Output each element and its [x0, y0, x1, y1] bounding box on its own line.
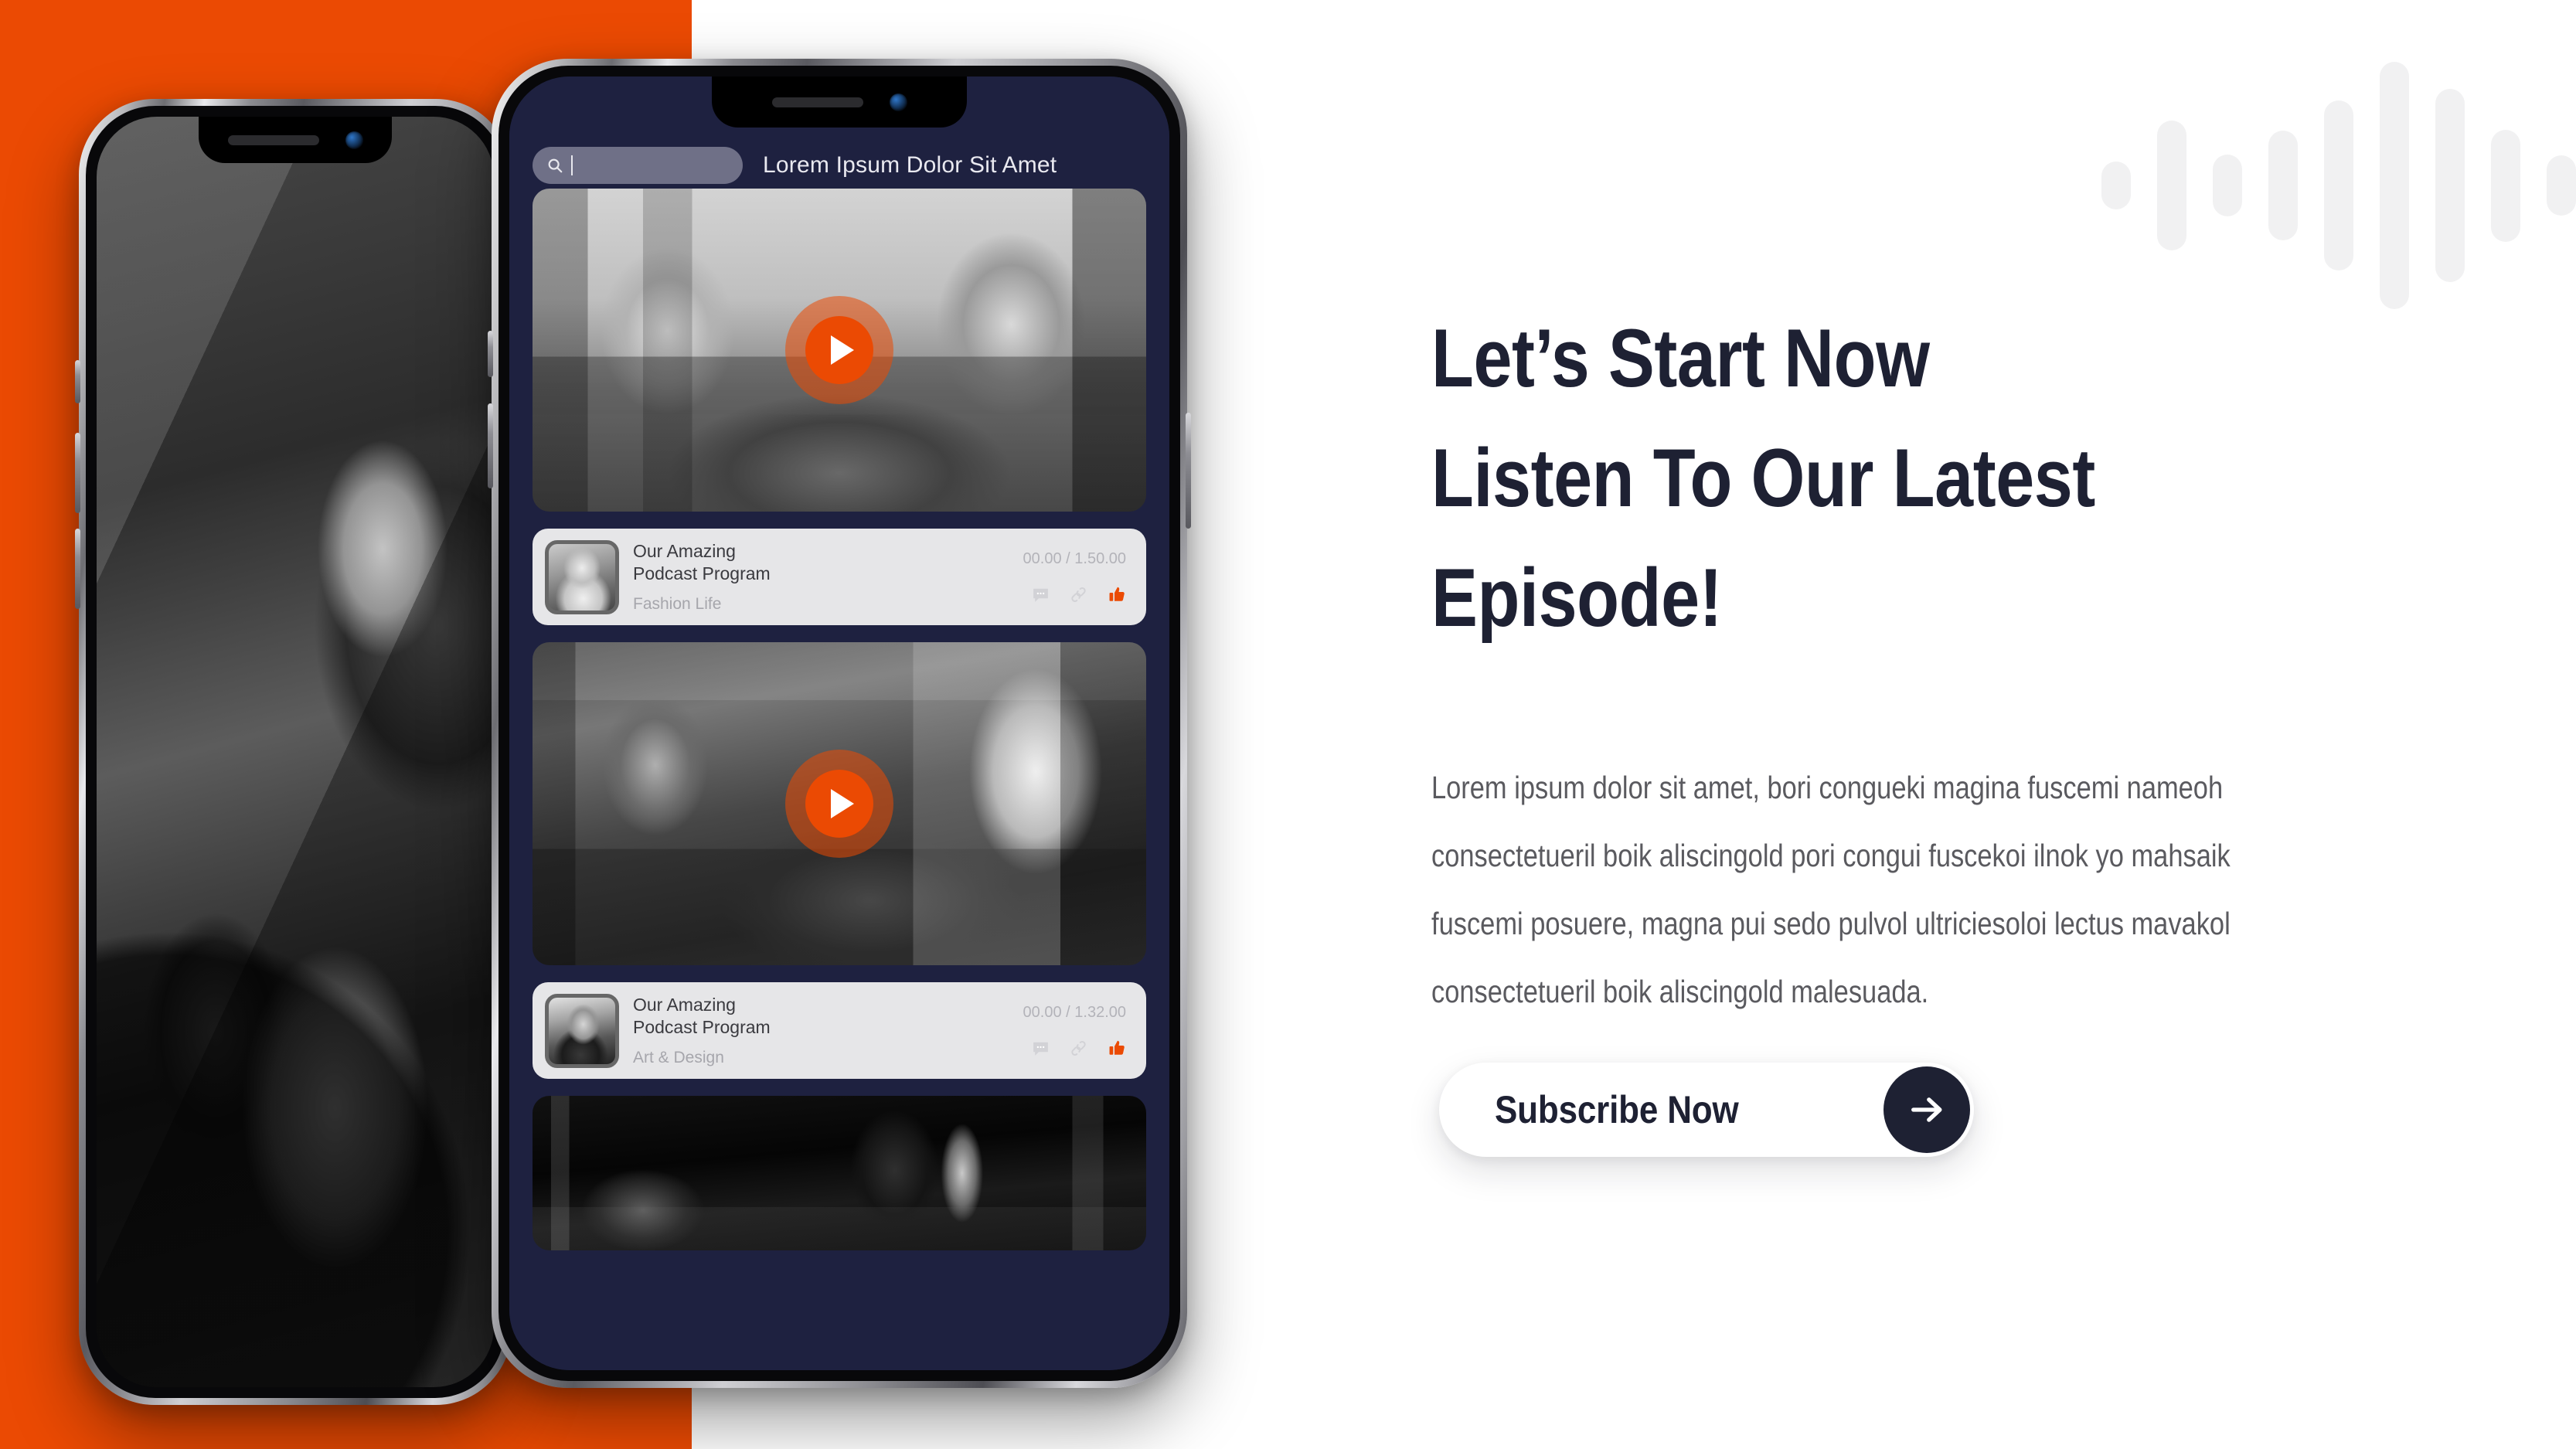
episode-title: Our Amazing Podcast Program — [633, 540, 1009, 583]
phone-bezel-back — [86, 106, 505, 1398]
phone-mockup-front: Lorem Ipsum Dolor Sit Amet Our Amazing P… — [488, 59, 1191, 1388]
episode-avatar — [545, 539, 619, 614]
episode-actions — [1031, 585, 1126, 604]
episode-info: Our Amazing Podcast Program Art & Design — [633, 994, 1009, 1066]
volume-up-button-left — [75, 433, 80, 513]
episode-title-line1: Our Amazing — [633, 995, 736, 1015]
episode-info: Our Amazing Podcast Program Fashion Life — [633, 540, 1009, 613]
episode-avatar — [545, 993, 619, 1068]
phone-mockup-back — [75, 99, 512, 1405]
phone-screen-back — [97, 117, 494, 1387]
episode-title-line2: Podcast Program — [633, 563, 771, 583]
episode-meta: 00.00 / 1.32.00 — [1023, 1004, 1129, 1058]
headline-line-3: Episode! — [1431, 551, 1723, 645]
subscribe-button-label: Subscribe Now — [1495, 1088, 1739, 1131]
search-input[interactable] — [533, 146, 743, 184]
play-button[interactable] — [785, 296, 893, 404]
subscribe-arrow-circle — [1884, 1066, 1970, 1153]
earpiece-speaker-icon — [227, 134, 319, 145]
phone-bezel-front: Lorem Ipsum Dolor Sit Amet Our Amazing P… — [499, 66, 1180, 1381]
subscribe-now-button[interactable]: Subscribe Now — [1439, 1063, 1974, 1157]
volume-up-button-right — [488, 331, 493, 377]
link-icon[interactable] — [1069, 1039, 1088, 1058]
podcast-host-photo — [97, 117, 494, 1387]
episode-category: Art & Design — [633, 1048, 724, 1066]
episode-timestamp: 00.00 / 1.32.00 — [1023, 1003, 1126, 1021]
episode-actions — [1031, 1039, 1126, 1058]
episode-list-item[interactable]: Our Amazing Podcast Program Fashion Life… — [533, 529, 1146, 625]
play-button[interactable] — [785, 750, 893, 858]
headline-line-2: Listen To Our Latest — [1431, 431, 2095, 525]
media-card[interactable] — [533, 189, 1146, 512]
episode-category: Fashion Life — [633, 594, 722, 613]
headline-line-1: Let’s Start Now — [1431, 311, 1930, 404]
arrow-right-icon — [1911, 1097, 1942, 1122]
episode-title-line2: Podcast Program — [633, 1016, 771, 1037]
episode-meta: 00.00 / 1.50.00 — [1023, 550, 1129, 604]
volume-down-button-right — [488, 403, 493, 488]
thumbs-up-icon[interactable] — [1107, 1039, 1126, 1058]
page-title: Let’s Start Now Listen To Our Latest Epi… — [1431, 298, 2308, 658]
comment-icon[interactable] — [1031, 1039, 1050, 1058]
earpiece-speaker-icon — [771, 97, 863, 107]
phone-notch-front — [712, 77, 967, 128]
media-card[interactable] — [533, 642, 1146, 965]
play-button-core — [805, 316, 873, 384]
search-icon — [548, 158, 563, 172]
play-icon — [830, 789, 854, 818]
volume-down-button-left — [75, 529, 80, 609]
phone-notch-back — [199, 117, 392, 163]
app-header-title: Lorem Ipsum Dolor Sit Amet — [763, 151, 1057, 178]
phone-screen-front: Lorem Ipsum Dolor Sit Amet Our Amazing P… — [509, 77, 1169, 1370]
play-icon — [830, 335, 854, 365]
link-icon[interactable] — [1069, 585, 1088, 604]
podcast-app: Lorem Ipsum Dolor Sit Amet Our Amazing P… — [509, 77, 1169, 1370]
media-card[interactable] — [533, 1096, 1146, 1250]
play-button-core — [805, 770, 873, 838]
power-button-right — [1186, 413, 1191, 529]
volume-button-left — [75, 360, 80, 403]
episode-list-item[interactable]: Our Amazing Podcast Program Art & Design… — [533, 982, 1146, 1079]
front-camera-icon — [889, 93, 907, 111]
episode-timestamp: 00.00 / 1.50.00 — [1023, 549, 1126, 567]
search-text-caret — [571, 155, 573, 175]
waveform-bar — [2547, 155, 2576, 216]
hero-paragraph: Lorem ipsum dolor sit amet, bori conguek… — [1431, 770, 2231, 1010]
front-camera-icon — [345, 131, 363, 149]
thumbs-up-icon[interactable] — [1107, 585, 1126, 604]
episode-thumbnail — [533, 1096, 1146, 1250]
hero-content: Let’s Start Now Listen To Our Latest Epi… — [1431, 0, 2529, 1449]
episode-title: Our Amazing Podcast Program — [633, 994, 1009, 1037]
comment-icon[interactable] — [1031, 585, 1050, 604]
episode-title-line1: Our Amazing — [633, 541, 736, 562]
